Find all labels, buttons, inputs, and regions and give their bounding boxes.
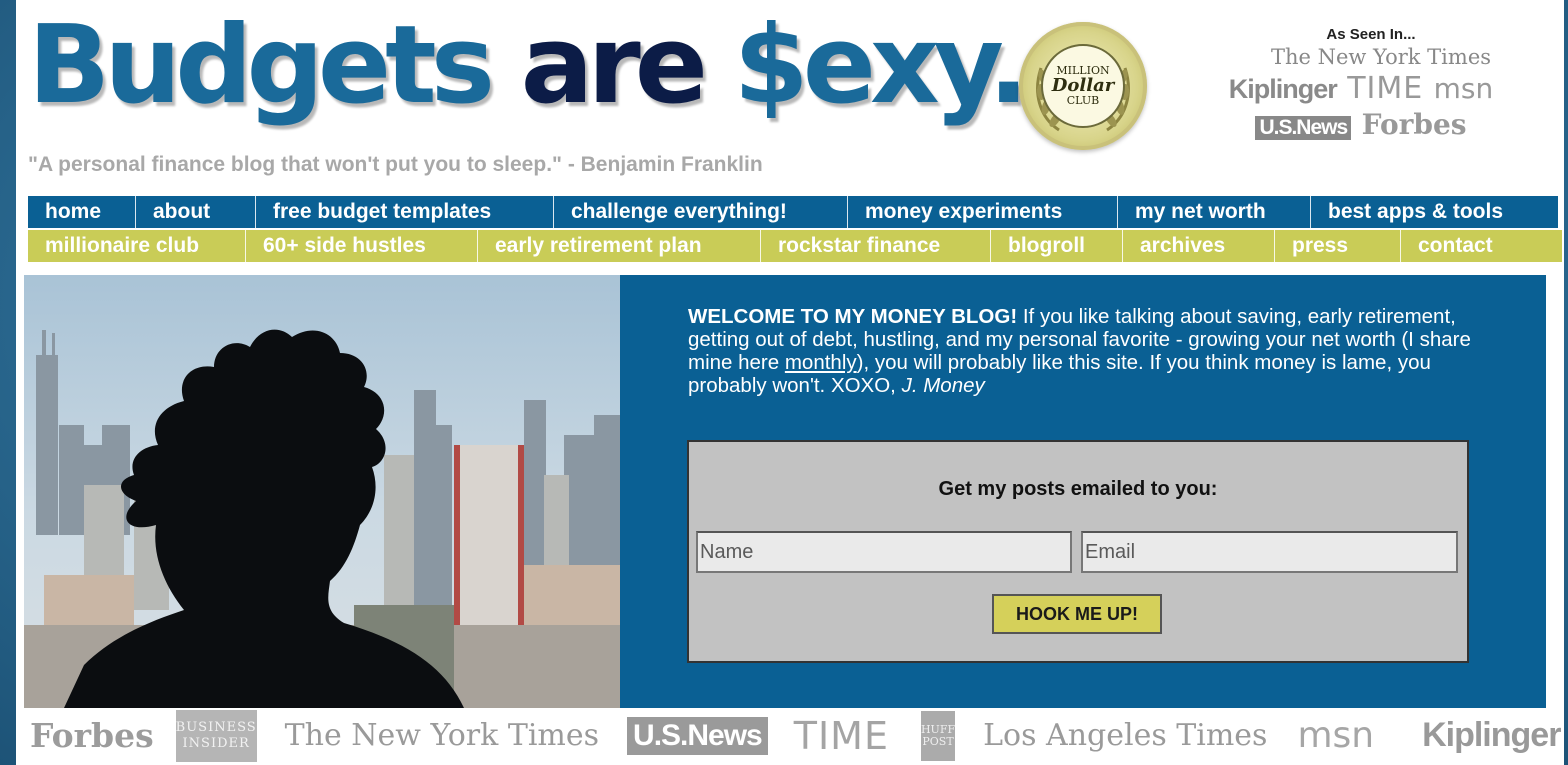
nav-item-early-retirement-plan[interactable]: early retirement plan — [478, 230, 761, 262]
forbes-logo: Forbes — [1361, 108, 1467, 141]
nav-item-my-net-worth[interactable]: my net worth — [1118, 196, 1311, 228]
nav-item-money-experiments[interactable]: money experiments — [848, 196, 1118, 228]
business-insider-logo: BUSINESS INSIDER — [175, 709, 257, 762]
la-times-logo: Los Angeles Times — [983, 718, 1268, 753]
usnews-logo: U.S.News — [627, 716, 768, 755]
nav-item-challenge-everything[interactable]: challenge everything! — [554, 196, 848, 228]
nav-item-millionaire-club[interactable]: millionaire club — [28, 230, 246, 262]
nyt-logo: The New York Times — [1270, 45, 1492, 69]
nav-item-free-budget-templates[interactable]: free budget templates — [256, 196, 554, 228]
email-input[interactable] — [1081, 531, 1458, 573]
nav-item-contact[interactable]: contact — [1401, 230, 1562, 262]
hook-me-up-button[interactable]: HOOK ME UP! — [992, 594, 1162, 634]
nav-item-blogroll[interactable]: blogroll — [991, 230, 1123, 262]
as-seen-in: As Seen In... The New York Times Kipling… — [1211, 26, 1511, 141]
welcome-heading: WELCOME TO MY MONEY BLOG! — [688, 305, 1018, 328]
secondary-nav: millionaire club 60+ side hustles early … — [28, 230, 1562, 262]
page: Budgets are $exy. "A personal finance bl… — [16, 0, 1564, 765]
name-input[interactable] — [696, 531, 1072, 573]
nav-item-archives[interactable]: archives — [1123, 230, 1275, 262]
site-tagline: "A personal finance blog that won't put … — [28, 153, 763, 176]
welcome-panel: WELCOME TO MY MONEY BLOG! If you like ta… — [620, 275, 1546, 708]
million-dollar-club-badge[interactable]: MILLION Dollar CLUB — [1019, 22, 1147, 150]
nav-item-side-hustles[interactable]: 60+ side hustles — [246, 230, 478, 262]
msn-logo: msn — [1297, 715, 1375, 756]
site-logo[interactable]: Budgets are $exy. — [28, 12, 1029, 120]
huffpost-line-2: POST — [922, 734, 954, 748]
badge-line-2: Dollar — [1051, 74, 1115, 96]
primary-nav: home about free budget templates challen… — [28, 196, 1558, 228]
time-logo: TIME — [793, 713, 889, 758]
msn-logo: msn — [1433, 72, 1494, 105]
huffpost-logo: HUFF POST — [920, 710, 956, 761]
as-seen-in-title: As Seen In... — [1326, 26, 1416, 43]
subscribe-title: Get my posts emailed to you: — [938, 478, 1218, 500]
logo-word-are: are — [520, 3, 708, 128]
huffpost-line-1: HUFF — [920, 722, 956, 736]
usnews-logo: U.S.News — [1255, 116, 1352, 140]
logo-word-sexy: $exy. — [733, 3, 1030, 128]
city-skyline-silhouette-image — [24, 275, 620, 708]
welcome-signature: J. Money — [901, 374, 985, 397]
hero-photo — [24, 275, 620, 708]
welcome-text: WELCOME TO MY MONEY BLOG! If you like ta… — [688, 305, 1488, 397]
business-insider-line-1: BUSINESS — [175, 719, 257, 735]
nav-item-rockstar-finance[interactable]: rockstar finance — [761, 230, 991, 262]
nav-item-best-apps-tools[interactable]: best apps & tools — [1311, 196, 1558, 228]
kiplinger-logo: Kiplinger — [1422, 716, 1561, 754]
hero-section: WELCOME TO MY MONEY BLOG! If you like ta… — [24, 275, 1546, 708]
press-logo-strip: Forbes BUSINESS INSIDER The New York Tim… — [24, 706, 1561, 765]
time-logo: TIME — [1347, 71, 1424, 106]
nav-item-about[interactable]: about — [136, 196, 256, 228]
badge-line-3: CLUB — [1066, 94, 1100, 108]
email-subscribe-box: Get my posts emailed to you: HOOK ME UP! — [687, 440, 1469, 663]
monthly-link[interactable]: monthly — [785, 351, 857, 374]
logo-word-budgets: Budgets — [28, 3, 495, 128]
nav-item-press[interactable]: press — [1275, 230, 1401, 262]
nav-item-home[interactable]: home — [28, 196, 136, 228]
badge-seal: MILLION Dollar CLUB — [1041, 44, 1125, 128]
kiplinger-logo: Kiplinger — [1228, 74, 1338, 104]
forbes-logo: Forbes — [30, 716, 154, 755]
business-insider-line-2: INSIDER — [182, 735, 250, 751]
nyt-logo: The New York Times — [284, 718, 600, 753]
